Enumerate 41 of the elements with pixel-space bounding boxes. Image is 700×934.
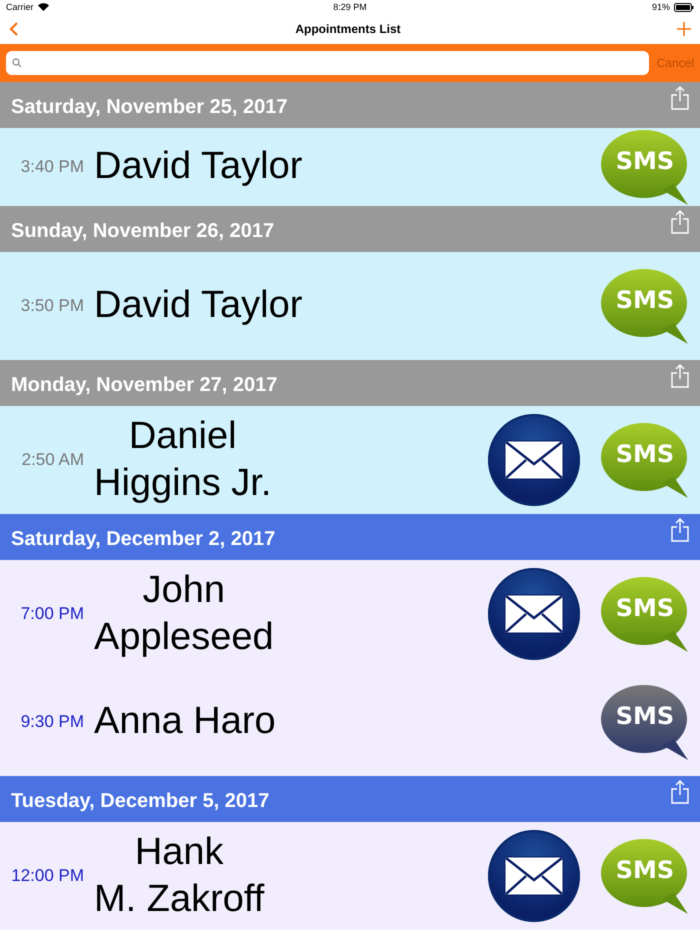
share-button[interactable] bbox=[670, 210, 690, 234]
contact-name: John Appleseed bbox=[94, 568, 274, 660]
search-field[interactable] bbox=[6, 51, 649, 75]
appointment-time: 3:50 PM bbox=[20, 296, 84, 316]
appointment-row[interactable]: 3:50 PM David Taylor SMS bbox=[0, 252, 700, 360]
appointment-row[interactable]: 12:00 PM Hank M. Zakroff SMS bbox=[0, 822, 700, 930]
section-date: Saturday, December 2, 2017 bbox=[11, 528, 276, 550]
contact-name: David Taylor bbox=[94, 146, 302, 188]
appointment-row[interactable]: 3:40 PM David Taylor SMS bbox=[0, 128, 700, 206]
envelope-icon bbox=[504, 856, 564, 896]
appointment-time: 7:00 PM bbox=[20, 604, 84, 624]
contact-name: David Taylor bbox=[94, 283, 302, 328]
battery-percent: 91% bbox=[652, 2, 670, 12]
wifi-icon bbox=[38, 3, 49, 11]
appointment-time: 2:50 AM bbox=[20, 450, 84, 470]
envelope-icon bbox=[504, 594, 564, 634]
section-date: Sunday, November 26, 2017 bbox=[11, 220, 274, 242]
share-button[interactable] bbox=[670, 86, 690, 110]
contact-name: Anna Haro bbox=[94, 699, 276, 744]
carrier-label: Carrier bbox=[6, 2, 34, 12]
share-button[interactable] bbox=[670, 518, 690, 542]
share-button[interactable] bbox=[670, 780, 690, 804]
section-date: Saturday, November 25, 2017 bbox=[11, 96, 288, 118]
section-date: Monday, November 27, 2017 bbox=[11, 374, 278, 396]
screen-title: Appointments List bbox=[295, 22, 401, 36]
add-button[interactable] bbox=[676, 21, 692, 37]
appointment-row[interactable]: 2:50 AM Daniel Higgins Jr. SMS bbox=[0, 406, 700, 514]
appointment-time: 3:40 PM bbox=[20, 157, 84, 177]
contact-name: Daniel Higgins Jr. bbox=[94, 414, 272, 506]
appointment-row[interactable]: 7:00 PM John Appleseed SMS bbox=[0, 560, 700, 668]
appointment-time: 9:30 PM bbox=[20, 712, 84, 732]
appointment-row[interactable]: 9:30 PM Anna Haro SMS bbox=[0, 668, 700, 776]
appointment-time: 12:00 PM bbox=[10, 866, 84, 886]
search-icon bbox=[12, 58, 22, 68]
contact-name: Hank M. Zakroff bbox=[94, 830, 264, 922]
battery-icon bbox=[674, 2, 694, 12]
section-date: Tuesday, December 5, 2017 bbox=[11, 790, 270, 812]
back-button[interactable] bbox=[8, 21, 20, 37]
share-button[interactable] bbox=[670, 364, 690, 388]
clock: 8:29 PM bbox=[333, 2, 367, 12]
envelope-icon bbox=[504, 440, 564, 480]
